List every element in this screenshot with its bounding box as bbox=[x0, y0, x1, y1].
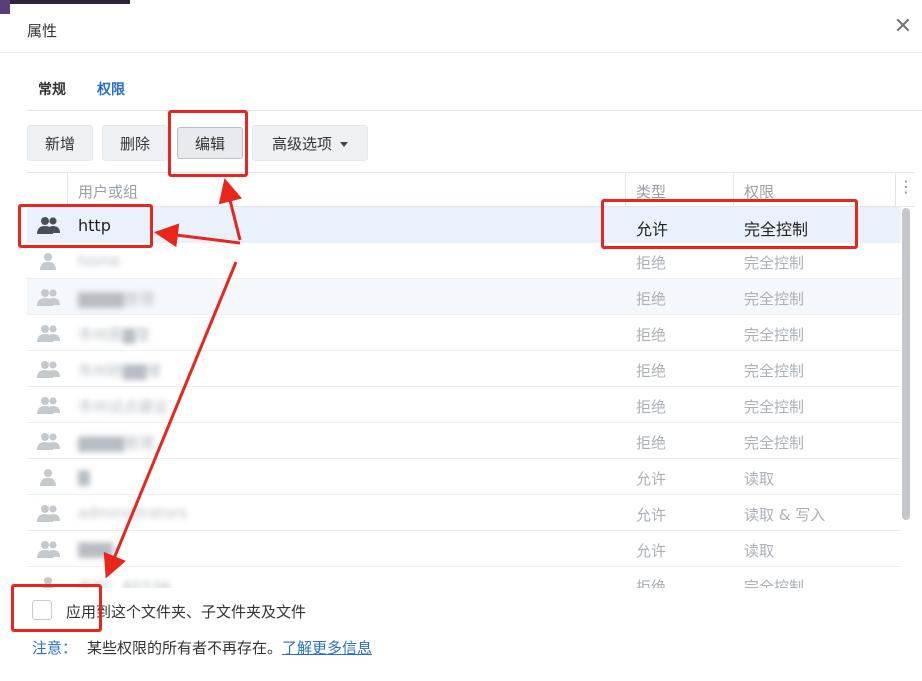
table-row[interactable]: ▇▇▇▇管理 拒绝 完全控制 bbox=[27, 279, 901, 315]
group-icon bbox=[37, 540, 61, 558]
row-type: 拒绝 bbox=[636, 398, 667, 416]
header-divider bbox=[895, 173, 896, 208]
row-name: 市州转▇▇撑 bbox=[78, 362, 162, 380]
advanced-options-label: 高级选项 bbox=[271, 135, 332, 153]
apply-to-subfolders-checkbox[interactable] bbox=[32, 600, 52, 620]
header-divider bbox=[733, 173, 734, 208]
note-text: 某些权限的所有者不再存在。 bbox=[87, 639, 283, 657]
header-divider bbox=[625, 173, 626, 208]
column-menu-icon[interactable]: ⋮ bbox=[898, 177, 914, 196]
row-name: ▇ bbox=[78, 468, 90, 486]
table-row[interactable]: 市州质▇理 拒绝 完全控制 bbox=[27, 315, 901, 351]
table-row[interactable]: http 允许 完全控制 bbox=[27, 207, 901, 243]
dialog-titlebar: 属性 ✕ bbox=[0, 6, 922, 53]
group-icon bbox=[37, 360, 61, 378]
dialog-title: 属性 bbox=[27, 22, 58, 40]
header-divider bbox=[67, 173, 68, 208]
tab-bar: 常规 权限 bbox=[27, 70, 922, 111]
row-type: 拒绝 bbox=[636, 254, 667, 272]
group-icon bbox=[37, 216, 61, 234]
caret-down-icon bbox=[340, 142, 348, 147]
row-permission: 读取 bbox=[744, 542, 775, 560]
row-name: 市州试点建设 bbox=[78, 398, 169, 416]
row-name: ▇▇▇▇管理 bbox=[78, 434, 155, 452]
group-icon bbox=[37, 504, 61, 522]
column-header-name[interactable]: 用户或组 bbox=[78, 181, 138, 202]
row-type: 拒绝 bbox=[636, 578, 667, 588]
row-permission: 完全控制 bbox=[744, 326, 805, 344]
row-permission: 完全控制 bbox=[744, 290, 805, 308]
row-type: 拒绝 bbox=[636, 290, 667, 308]
table-row[interactable]: 未知：65536 拒绝 完全控制 bbox=[27, 567, 901, 588]
table-row[interactable]: ▇▇▇ 允许 读取 bbox=[27, 531, 901, 567]
user-icon bbox=[37, 468, 61, 486]
column-header-type[interactable]: 类型 bbox=[636, 181, 666, 202]
learn-more-link[interactable]: 了解更多信息 bbox=[282, 639, 372, 657]
edit-button[interactable]: 编辑 bbox=[177, 127, 243, 159]
tab-permissions[interactable]: 权限 bbox=[97, 79, 125, 99]
group-icon bbox=[37, 324, 61, 342]
table-row[interactable]: administrators 允许 读取 & 写入 bbox=[27, 495, 901, 531]
note-label: 注意： bbox=[32, 639, 78, 657]
row-permission: 完全控制 bbox=[744, 362, 805, 380]
row-type: 拒绝 bbox=[636, 326, 667, 344]
row-name: ▇▇▇▇管理 bbox=[78, 290, 155, 308]
row-permission: 完全控制 bbox=[744, 398, 805, 416]
group-icon bbox=[37, 432, 61, 450]
row-type: 拒绝 bbox=[636, 362, 667, 380]
grid-body: http 允许 完全控制 home 拒绝 完全控制 ▇▇▇▇管理 拒绝 完全控制 市州质▇理 拒绝完… bbox=[27, 207, 901, 588]
row-name: 未知：65536 bbox=[78, 578, 171, 588]
row-name: 市州质▇理 bbox=[78, 326, 150, 344]
table-row[interactable]: ▇ 允许 读取 bbox=[27, 459, 901, 495]
delete-button[interactable]: 删除 bbox=[102, 125, 168, 161]
row-type: 允许 bbox=[636, 470, 667, 488]
table-row[interactable]: 市州转▇▇撑 拒绝 完全控制 bbox=[27, 351, 901, 387]
group-icon bbox=[37, 396, 61, 414]
group-icon bbox=[37, 288, 61, 306]
scrollbar[interactable] bbox=[902, 208, 910, 520]
row-name: administrators bbox=[78, 504, 188, 522]
row-name: http bbox=[78, 216, 111, 235]
background-strip bbox=[0, 0, 130, 4]
row-permission: 完全控制 bbox=[744, 578, 805, 588]
row-type: 拒绝 bbox=[636, 434, 667, 452]
owner-missing-note: 注意： 某些权限的所有者不再存在。了解更多信息 bbox=[32, 637, 372, 658]
user-icon bbox=[37, 576, 61, 588]
row-permission: 读取 bbox=[744, 470, 775, 488]
apply-to-subfolders-label[interactable]: 应用到这个文件夹、子文件夹及文件 bbox=[66, 601, 306, 622]
user-icon bbox=[37, 252, 61, 270]
advanced-options-button[interactable]: 高级选项 bbox=[252, 125, 368, 161]
table-row[interactable]: home 拒绝 完全控制 bbox=[27, 243, 901, 279]
row-type: 允许 bbox=[636, 506, 667, 524]
row-type: 允许 bbox=[636, 542, 667, 560]
tab-general[interactable]: 常规 bbox=[38, 79, 66, 99]
table-row[interactable]: ▇▇▇▇管理 拒绝 完全控制 bbox=[27, 423, 901, 459]
table-row[interactable]: 市州试点建设 拒绝 完全控制 bbox=[27, 387, 901, 423]
grid-header: 用户或组 类型 权限 ⋮ bbox=[27, 172, 914, 208]
permissions-grid: 用户或组 类型 权限 ⋮ http 允许 完全控制 home 拒绝 完全控制 ▇▇▇▇管理拒… bbox=[27, 172, 914, 588]
column-header-permission[interactable]: 权限 bbox=[744, 181, 774, 202]
row-type: 允许 bbox=[636, 220, 669, 239]
close-icon[interactable]: ✕ bbox=[892, 16, 914, 38]
row-permission: 完全控制 bbox=[744, 434, 805, 452]
row-permission: 完全控制 bbox=[744, 220, 809, 239]
row-name: home bbox=[78, 252, 121, 270]
row-permission: 读取 & 写入 bbox=[744, 506, 826, 524]
add-button[interactable]: 新增 bbox=[27, 125, 93, 161]
row-permission: 完全控制 bbox=[744, 254, 805, 272]
row-name: ▇▇▇ bbox=[78, 540, 113, 558]
